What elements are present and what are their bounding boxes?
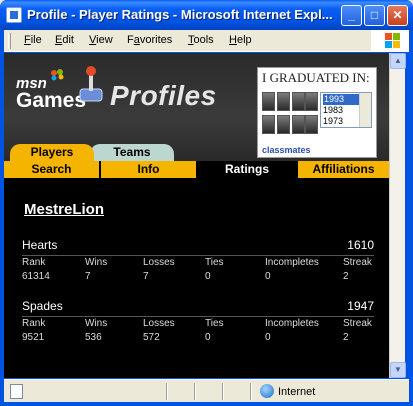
menu-accelerator: F — [24, 34, 31, 46]
wins-value: 7 — [85, 271, 91, 282]
ad-title: I GRADUATED IN: — [262, 70, 370, 85]
losses-value: 7 — [143, 271, 149, 282]
rank-value: 61314 — [22, 271, 50, 282]
security-zone-label: Internet — [278, 386, 316, 398]
menu-tools[interactable]: Tools — [188, 34, 214, 46]
yearbook-photo — [277, 115, 290, 134]
close-button[interactable]: ✕ — [387, 5, 408, 26]
joystick-icon — [76, 65, 106, 105]
column-header-ties: Ties — [205, 257, 224, 268]
menu-accelerator: a — [133, 34, 140, 46]
page-done-icon — [10, 384, 23, 399]
yearbook-photo — [262, 92, 275, 111]
incompletes-value: 0 — [265, 271, 271, 282]
butterfly-icon — [50, 68, 66, 81]
menu-help[interactable]: Help — [229, 34, 252, 46]
vertical-scrollbar[interactable]: ▲ ▼ — [389, 53, 406, 378]
scroll-down-arrow-icon[interactable]: ▼ — [390, 362, 406, 378]
subnav-affiliations[interactable]: Affiliations — [298, 161, 389, 178]
status-bar: Internet — [4, 379, 409, 402]
internet-zone-globe-icon — [260, 384, 274, 398]
profile-subnav: Search Info Ratings Affiliations — [4, 161, 389, 178]
window-title: Profile - Player Ratings - Microsoft Int… — [27, 7, 333, 22]
profiles-title: Profiles — [110, 80, 217, 111]
menu-edit[interactable]: Edit — [55, 34, 74, 46]
column-header-losses: Losses — [143, 318, 175, 329]
title-bar[interactable]: Profile - Player Ratings - Microsoft Int… — [0, 0, 413, 30]
column-header-wins: Wins — [85, 257, 108, 268]
rank-value: 9521 — [22, 332, 45, 343]
game-name: Hearts — [22, 238, 58, 252]
classmates-logo: classmates — [262, 145, 311, 155]
incompletes-value: 0 — [265, 332, 271, 343]
scroll-up-arrow-icon[interactable]: ▲ — [390, 53, 406, 69]
column-header-incompletes: Incompletes — [265, 318, 319, 329]
column-header-streak: Streak — [343, 318, 372, 329]
divider — [22, 255, 374, 256]
game-name: Spades — [22, 299, 63, 313]
tab-teams[interactable]: Teams — [90, 144, 174, 161]
graduation-year-list[interactable]: 1993 1983 1973 — [320, 92, 372, 128]
status-divider — [194, 383, 196, 400]
classmates-ad[interactable]: I GRADUATED IN: 1993 1983 1973 classmate… — [257, 67, 377, 158]
ties-value: 0 — [205, 332, 211, 343]
yearbook-photo — [277, 92, 290, 111]
windows-flag-icon — [371, 30, 409, 52]
year-option[interactable]: 1993 — [323, 94, 359, 105]
menu-view[interactable]: View — [89, 34, 113, 46]
losses-value: 572 — [143, 332, 160, 343]
menu-favorites[interactable]: Favorites — [127, 34, 172, 46]
column-header-losses: Losses — [143, 257, 175, 268]
subnav-search[interactable]: Search — [4, 161, 99, 178]
year-option[interactable]: 1973 — [323, 116, 343, 127]
ties-value: 0 — [205, 271, 211, 282]
yearbook-photo — [305, 92, 318, 111]
yearbook-photo — [292, 115, 305, 134]
divider — [22, 316, 374, 317]
column-header-incompletes: Incompletes — [265, 257, 319, 268]
column-header-ties: Ties — [205, 318, 224, 329]
streak-value: 2 — [343, 271, 349, 282]
status-divider — [166, 383, 168, 400]
ie-page-icon — [6, 7, 22, 23]
menu-file[interactable]: File — [24, 34, 42, 46]
menu-accelerator: T — [188, 34, 194, 46]
column-header-streak: Streak — [343, 257, 372, 268]
status-divider — [222, 383, 224, 400]
game-rating: 1947 — [347, 299, 374, 313]
page-content: msn Games Profiles I GRADUATED IN: 1993 … — [4, 53, 389, 378]
column-header-rank: Rank — [22, 318, 46, 329]
column-header-wins: Wins — [85, 318, 108, 329]
status-divider — [250, 383, 252, 400]
maximize-button[interactable]: □ — [364, 5, 385, 26]
subnav-info[interactable]: Info — [101, 161, 196, 178]
menu-bar: File Edit View Favorites Tools Help — [4, 30, 409, 52]
minimize-button[interactable]: _ — [341, 5, 362, 26]
game-rating: 1610 — [347, 238, 374, 252]
menu-accelerator: H — [229, 34, 237, 46]
yearbook-photo — [292, 92, 305, 111]
toolbar-grip[interactable] — [8, 33, 11, 49]
game-ratings-hearts: Hearts 1610 Rank Wins Losses Ties Incomp… — [22, 238, 374, 288]
menu-accelerator: V — [89, 34, 97, 46]
header-banner: msn Games Profiles I GRADUATED IN: 1993 … — [4, 53, 389, 161]
streak-value: 2 — [343, 332, 349, 343]
subnav-ratings[interactable]: Ratings — [198, 161, 296, 178]
yearbook-photo — [262, 115, 275, 134]
browser-window: Profile - Player Ratings - Microsoft Int… — [0, 0, 413, 406]
yearbook-photo — [305, 115, 318, 134]
column-header-rank: Rank — [22, 257, 46, 268]
menu-accelerator: E — [55, 34, 63, 46]
year-list-scrollbar[interactable] — [359, 93, 371, 127]
game-ratings-spades: Spades 1947 Rank Wins Losses Ties Incomp… — [22, 299, 374, 349]
year-option[interactable]: 1983 — [323, 105, 343, 116]
player-name[interactable]: MestreLion — [24, 201, 104, 218]
tab-players[interactable]: Players — [10, 144, 94, 161]
wins-value: 536 — [85, 332, 102, 343]
